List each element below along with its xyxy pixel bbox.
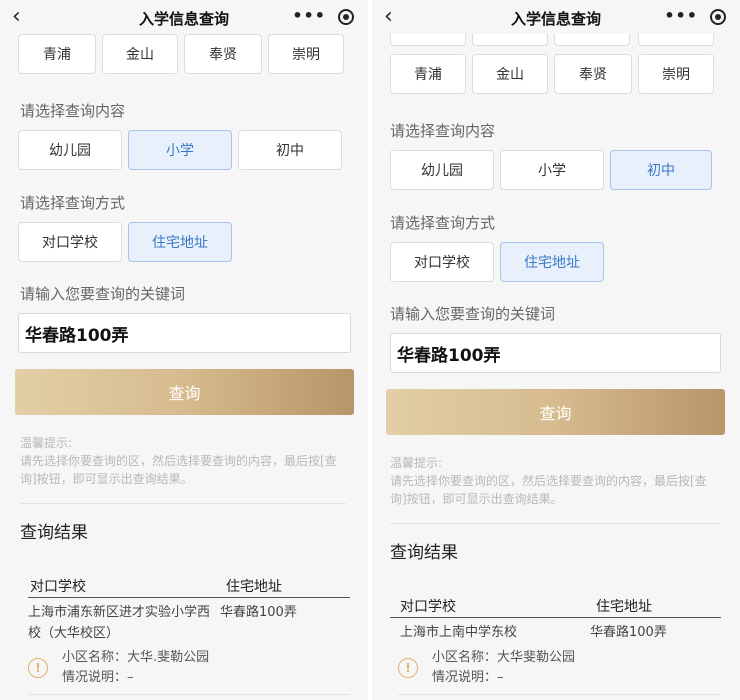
keyword-input[interactable]: 华春路100弄 [18,313,351,353]
result-school-line2: 校（大华校区） [28,626,120,641]
option-home-address[interactable]: 住宅地址 [500,242,604,282]
hint-title: 温馨提示: [390,456,443,470]
option-middle-school[interactable]: 初中 [238,130,342,170]
community-name: 小区名称：大华.斐勒公园 [62,650,210,665]
result-address: 华春路100弄 [220,605,297,620]
warning-icon: ! [398,658,418,678]
result-title: 查询结果 [390,543,458,563]
district-qingpu[interactable]: 青浦 [390,54,466,94]
column-header-address: 住宅地址 [226,579,282,595]
table-header-line [390,617,721,618]
close-miniprogram-icon[interactable] [710,9,726,25]
result-address: 华春路100弄 [590,625,667,640]
option-primary-school[interactable]: 小学 [500,150,604,190]
result-school-line1: 上海市浦东新区进才实验小学西 [28,605,211,620]
district-row-above[interactable] [390,34,466,46]
content-label: 请选择查询内容 [390,122,496,140]
method-label: 请选择查询方式 [390,214,496,232]
option-middle-school[interactable]: 初中 [610,150,712,190]
column-header-school: 对口学校 [400,599,456,615]
row-divider [398,694,720,695]
hint-title: 温馨提示: [20,436,73,450]
option-kindergarten[interactable]: 幼儿园 [18,130,122,170]
result-school-line1: 上海市上南中学东校 [400,625,518,640]
left-screen: 青浦 金山 奉贤 崇明 请选择查询内容 幼儿园 小学 初中 请选择查询方式 对口… [0,0,368,700]
column-header-address: 住宅地址 [596,599,652,615]
table-header-line [28,597,350,598]
nav-bar: ‹ 入学信息查询 ••• [0,0,368,34]
district-fengxian[interactable]: 奉贤 [554,54,632,94]
query-button[interactable]: 查询 [386,389,725,435]
keyword-input[interactable]: 华春路100弄 [390,333,721,373]
situation-note: 情况说明：– [432,670,504,685]
result-title: 查询结果 [20,523,88,543]
row-divider [28,694,350,695]
column-header-school: 对口学校 [30,579,86,595]
community-name: 小区名称：大华斐勒公园 [432,650,576,665]
keyword-label: 请输入您要查询的关键词 [390,305,556,323]
district-jinshan[interactable]: 金山 [102,34,178,74]
content-label: 请选择查询内容 [20,102,126,120]
method-label: 请选择查询方式 [20,194,126,212]
more-icon[interactable]: ••• [292,6,326,25]
nav-bar: ‹ 入学信息查询 ••• [372,0,740,34]
district-row-above[interactable] [472,34,548,46]
warning-icon: ! [28,658,48,678]
keyword-label: 请输入您要查询的关键词 [20,285,186,303]
option-home-address[interactable]: 住宅地址 [128,222,232,262]
district-row-above[interactable] [638,34,714,46]
hint-text: 请先选择你要查询的区，然后选择要查询的内容，最后按[查询]按钮，即可显示出查询结… [20,454,337,486]
district-row-above[interactable] [554,34,630,46]
query-button[interactable]: 查询 [15,369,354,415]
option-matched-school[interactable]: 对口学校 [390,242,494,282]
section-divider [20,503,346,504]
close-miniprogram-icon[interactable] [338,9,354,25]
district-qingpu[interactable]: 青浦 [18,34,96,74]
hint-text: 请先选择你要查询的区，然后选择要查询的内容，最后按[查询]按钮，即可显示出查询结… [390,474,707,506]
option-kindergarten[interactable]: 幼儿园 [390,150,494,190]
option-primary-school[interactable]: 小学 [128,130,232,170]
right-screen: 青浦 金山 奉贤 崇明 请选择查询内容 幼儿园 小学 初中 请选择查询方式 对口… [372,0,740,700]
more-icon[interactable]: ••• [664,6,698,25]
district-chongming[interactable]: 崇明 [268,34,344,74]
section-divider [390,523,721,524]
district-jinshan[interactable]: 金山 [472,54,548,94]
district-fengxian[interactable]: 奉贤 [184,34,262,74]
situation-note: 情况说明：– [62,670,134,685]
option-matched-school[interactable]: 对口学校 [18,222,122,262]
district-chongming[interactable]: 崇明 [638,54,714,94]
